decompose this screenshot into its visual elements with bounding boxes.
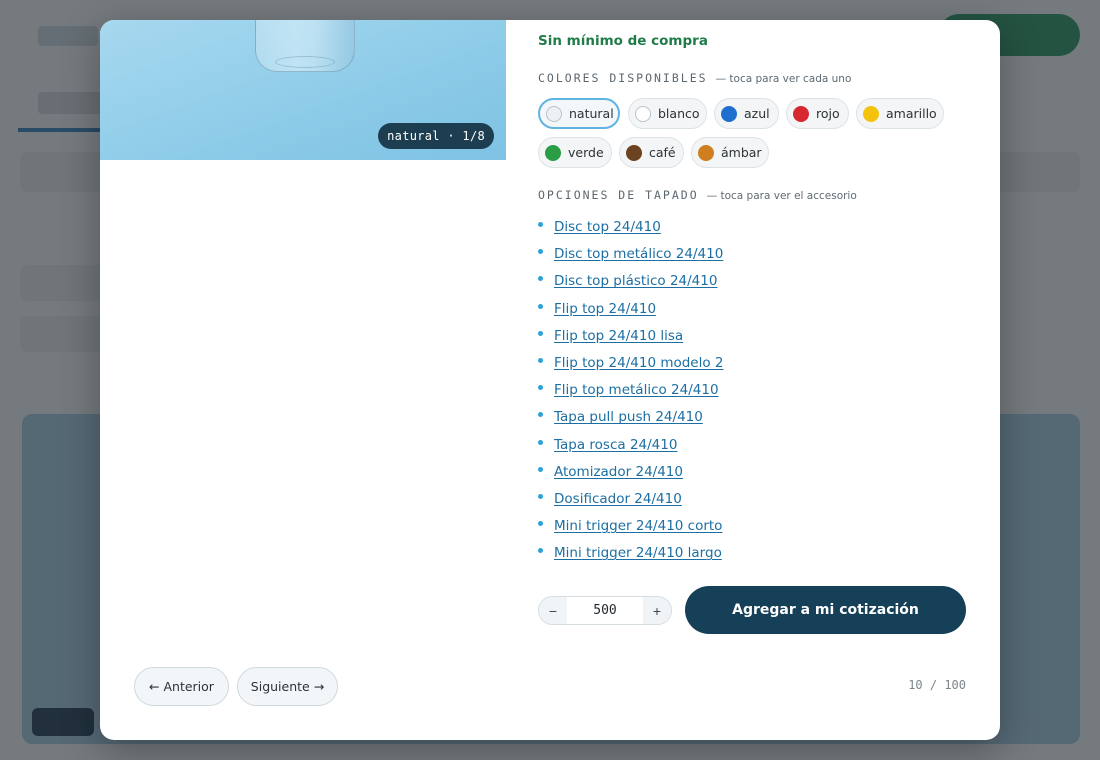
color-chip-rojo[interactable]: rojo <box>786 98 849 129</box>
add-to-quote-button[interactable]: Agregar a mi cotización <box>685 586 966 634</box>
image-separator: · <box>447 129 455 143</box>
color-chip-label: café <box>649 145 676 160</box>
color-chip-natural[interactable]: natural <box>538 98 620 129</box>
color-chip-cafe[interactable]: café <box>619 137 684 168</box>
color-swatch <box>793 105 809 122</box>
list-item: Disc top plástico 24/410 <box>538 270 968 297</box>
list-item: Disc top metálico 24/410 <box>538 243 968 270</box>
list-item: Tapa pull push 24/410 <box>538 406 968 433</box>
min-purchase-note: Sin mínimo de compra <box>538 33 708 49</box>
color-chip-amarillo[interactable]: amarillo <box>856 98 944 129</box>
color-chip-azul[interactable]: azul <box>714 98 779 129</box>
list-item: Flip top 24/410 modelo 2 <box>538 352 968 379</box>
color-chip-label: azul <box>744 106 770 121</box>
cap-options-list: Disc top 24/410 Disc top metálico 24/410… <box>538 216 968 569</box>
cap-link[interactable]: Flip top metálico 24/410 <box>554 382 719 398</box>
list-item: Atomizador 24/410 <box>538 461 968 488</box>
color-chip-label: verde <box>568 145 604 160</box>
cap-link[interactable]: Dosificador 24/410 <box>554 491 682 507</box>
cap-link[interactable]: Tapa pull push 24/410 <box>554 409 703 425</box>
product-image[interactable]: natural · 1/8 <box>100 20 506 160</box>
caps-header: OPCIONES DE TAPADO — toca para ver el ac… <box>538 188 857 202</box>
list-item: Tapa rosca 24/410 <box>538 434 968 461</box>
product-detail-modal: natural · 1/8 Sin mínimo de compra COLOR… <box>100 20 1000 740</box>
cap-link[interactable]: Tapa rosca 24/410 <box>554 437 677 453</box>
list-item: Flip top metálico 24/410 <box>538 379 968 406</box>
cap-link[interactable]: Mini trigger 24/410 corto <box>554 518 722 534</box>
cap-link[interactable]: Mini trigger 24/410 largo <box>554 545 722 561</box>
list-item: Disc top 24/410 <box>538 216 968 243</box>
caps-label: OPCIONES DE TAPADO <box>538 188 699 202</box>
color-swatch <box>635 105 651 122</box>
quantity-decrement-button[interactable]: − <box>539 597 567 624</box>
list-item: Mini trigger 24/410 largo <box>538 542 968 569</box>
color-swatch <box>863 105 879 122</box>
caps-hint: — toca para ver el accesorio <box>706 190 857 202</box>
list-item: Flip top 24/410 <box>538 298 968 325</box>
image-position: 1/8 <box>462 129 485 143</box>
color-chip-label: natural <box>569 106 614 121</box>
colors-hint: — toca para ver cada uno <box>715 73 852 85</box>
color-swatch <box>546 105 562 122</box>
cap-link[interactable]: Flip top 24/410 lisa <box>554 328 683 344</box>
colors-header: COLORES DISPONIBLES — toca para ver cada… <box>538 71 851 85</box>
color-swatch <box>721 105 737 122</box>
bottle-base-illustration <box>275 56 335 68</box>
list-item: Dosificador 24/410 <box>538 488 968 515</box>
image-position-badge: natural · 1/8 <box>378 123 494 149</box>
product-counter: 10 / 100 <box>908 678 966 692</box>
cap-link[interactable]: Disc top 24/410 <box>554 219 661 235</box>
next-button[interactable]: Siguiente → <box>237 667 338 706</box>
quantity-increment-button[interactable]: + <box>643 597 671 624</box>
color-chip-label: amarillo <box>886 106 937 121</box>
cap-link[interactable]: Flip top 24/410 <box>554 301 656 317</box>
color-chip-ambar[interactable]: ámbar <box>691 137 769 168</box>
color-swatch <box>698 144 714 161</box>
color-chip-label: rojo <box>816 106 840 121</box>
color-chip-label: blanco <box>658 106 700 121</box>
cap-link[interactable]: Disc top plástico 24/410 <box>554 273 717 289</box>
color-chip-blanco[interactable]: blanco <box>628 98 707 129</box>
list-item: Mini trigger 24/410 corto <box>538 515 968 542</box>
quantity-stepper: − + <box>538 596 672 625</box>
colors-label: COLORES DISPONIBLES <box>538 71 708 85</box>
cap-link[interactable]: Flip top 24/410 modelo 2 <box>554 355 724 371</box>
list-item: Flip top 24/410 lisa <box>538 325 968 352</box>
color-chip-verde[interactable]: verde <box>538 137 612 168</box>
previous-button[interactable]: ← Anterior <box>134 667 229 706</box>
cap-link[interactable]: Atomizador 24/410 <box>554 464 683 480</box>
image-color-label: natural <box>387 129 440 143</box>
color-chip-label: ámbar <box>721 145 762 160</box>
quantity-input[interactable] <box>567 597 643 624</box>
color-swatch <box>545 144 561 161</box>
cap-link[interactable]: Disc top metálico 24/410 <box>554 246 723 262</box>
color-swatch <box>626 144 642 161</box>
